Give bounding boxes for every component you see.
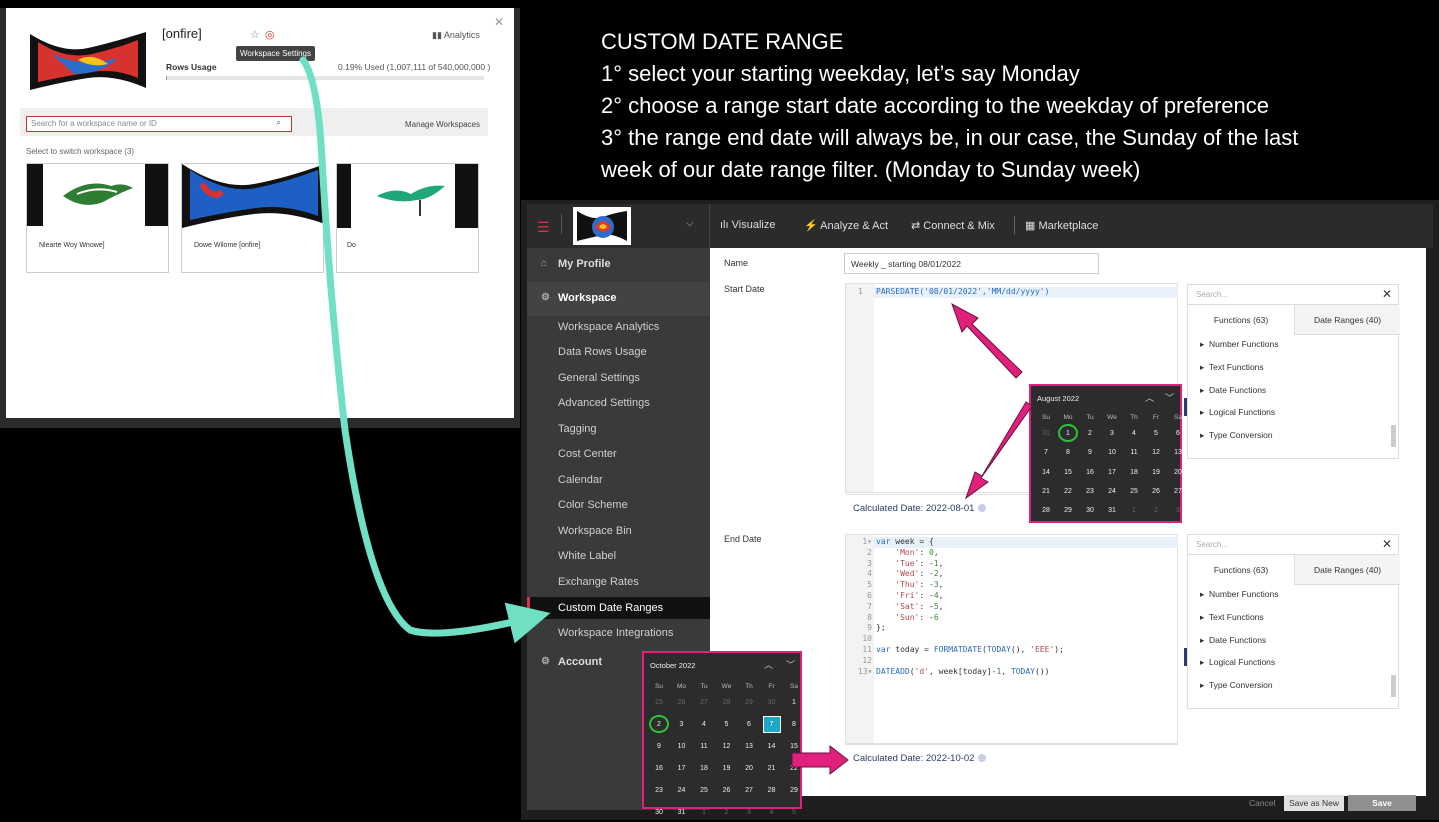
pink-arrow-to-start-calc xyxy=(965,401,1033,500)
annotation-overlay xyxy=(299,56,1033,776)
pink-arrow-to-start-code xyxy=(951,302,1023,379)
pink-arrow-to-end-calc xyxy=(791,744,849,776)
connector-arrow xyxy=(299,56,551,644)
